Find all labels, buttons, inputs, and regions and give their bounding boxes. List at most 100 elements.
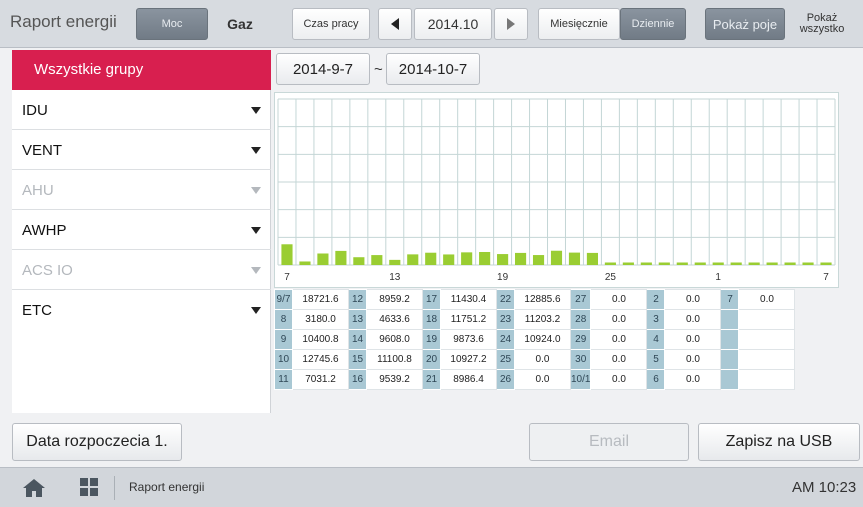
start-date-button[interactable]: 2014-9-7 <box>276 53 370 85</box>
mode-monthly-button[interactable]: Miesięcznie <box>538 8 620 40</box>
table-value-cell: 8986.4 <box>440 369 497 390</box>
show-all-button[interactable]: Pokaż wszystko <box>787 8 857 40</box>
prev-period-button[interactable] <box>378 8 412 40</box>
tab-runtime[interactable]: Czas pracy <box>292 8 370 40</box>
chevron-down-icon <box>251 227 261 234</box>
table-value-cell: 10927.2 <box>440 349 497 370</box>
show-energy-button[interactable]: Pokaż poje <box>705 8 785 40</box>
next-period-button[interactable] <box>494 8 528 40</box>
table-day-cell: 19 <box>422 329 441 350</box>
table-day-cell: 9/7 <box>274 289 293 310</box>
table-value-cell: 0.0 <box>590 349 648 370</box>
table-value-cell <box>738 329 796 350</box>
sidebar-item-label: IDU <box>22 102 48 119</box>
chart-bar <box>281 244 293 265</box>
sidebar-item-awhp[interactable]: AWHP <box>12 210 271 250</box>
table-day-cell: 17 <box>422 289 441 310</box>
table-value-cell: 0.0 <box>664 329 722 350</box>
table-day-cell: 11 <box>274 369 293 390</box>
chart-bar <box>317 253 329 265</box>
tab-power[interactable]: Moc <box>136 8 208 40</box>
chart-svg: 7 13 19 25 1 7 <box>277 98 836 283</box>
table-value-cell: 0.0 <box>664 309 722 330</box>
table-row: 8 3180.0 13 4633.6 18 11751.2 23 11203.2 28 0.0 3 0… <box>274 309 796 330</box>
chart-bar <box>407 254 419 265</box>
table-day-cell: 12 <box>348 289 367 310</box>
chart-bar <box>425 252 437 265</box>
sidebar-item-label: AHU <box>22 182 54 199</box>
group-sidebar: Wszystkie grupy IDU VENT AHU AWHP ACS IO… <box>12 50 271 413</box>
sidebar-item-vent[interactable]: VENT <box>12 130 271 170</box>
chart-bar <box>640 262 652 265</box>
sidebar-item-all-groups[interactable]: Wszystkie grupy <box>12 50 271 90</box>
table-value-cell: 0.0 <box>590 369 648 390</box>
period-display: 2014.10 <box>414 8 492 40</box>
chart-bar <box>335 250 347 265</box>
table-day-cell: 21 <box>422 369 441 390</box>
table-day-cell: 22 <box>496 289 515 310</box>
table-value-cell <box>738 369 796 390</box>
table-value-cell: 18721.6 <box>292 289 349 310</box>
home-icon[interactable] <box>23 479 45 497</box>
sidebar-item-label: ETC <box>22 302 52 319</box>
end-date-button[interactable]: 2014-10-7 <box>386 53 480 85</box>
table-value-cell: 7031.2 <box>292 369 349 390</box>
chart-bar <box>532 255 545 265</box>
arrow-left-icon <box>391 18 399 30</box>
table-day-cell <box>720 349 740 370</box>
clock: AM 10:23 <box>792 479 857 496</box>
table-day-cell: 26 <box>496 369 515 390</box>
table-day-cell: 24 <box>496 329 515 350</box>
chart-bar <box>658 262 670 265</box>
footer-divider <box>114 476 115 500</box>
table-day-cell <box>720 309 740 330</box>
sidebar-item-etc[interactable]: ETC <box>12 290 271 330</box>
table-value-cell: 9539.2 <box>366 369 423 390</box>
table-day-cell: 5 <box>646 349 666 370</box>
chart-bar <box>443 254 455 265</box>
chart-bar <box>389 259 401 265</box>
mode-daily-button[interactable]: Dziennie <box>620 8 686 40</box>
table-day-cell: 27 <box>569 289 592 310</box>
table-value-cell <box>738 309 796 330</box>
footer-title: Raport energii <box>129 480 205 494</box>
grid-menu-icon[interactable] <box>80 478 98 496</box>
chart-x-tick-label: 7 <box>284 272 290 283</box>
table-row: 9 10400.8 14 9608.0 19 9873.6 24 10924.0 29 0.0 4 0… <box>274 329 796 350</box>
tab-gas[interactable]: Gaz <box>208 8 272 40</box>
table-day-cell <box>720 329 740 350</box>
table-day-cell: 8 <box>274 309 293 330</box>
table-day-cell: 30 <box>569 349 592 370</box>
chevron-down-icon <box>251 267 261 274</box>
chart-bar <box>766 262 778 265</box>
chart-bar <box>712 262 724 265</box>
table-value-cell: 9608.0 <box>366 329 423 350</box>
table-value-cell <box>738 349 796 370</box>
table-day-cell: 15 <box>348 349 367 370</box>
table-value-cell: 0.0 <box>514 369 571 390</box>
table-day-cell: 18 <box>422 309 441 330</box>
show-all-label-2: wszystko <box>799 23 845 35</box>
table-day-cell: 10 <box>274 349 293 370</box>
table-day-cell: 28 <box>569 309 592 330</box>
table-day-cell: 25 <box>496 349 515 370</box>
chart-bar <box>604 262 616 265</box>
table-value-cell: 0.0 <box>664 369 722 390</box>
arrow-right-icon <box>507 18 515 30</box>
chart-bar <box>461 252 473 265</box>
table-day-cell: 16 <box>348 369 367 390</box>
table-day-cell: 2 <box>646 289 666 310</box>
table-value-cell: 0.0 <box>664 289 722 310</box>
table-value-cell: 3180.0 <box>292 309 349 330</box>
chart-x-tick-label: 1 <box>715 272 721 283</box>
chart-bar <box>820 262 832 265</box>
table-value-cell: 11430.4 <box>440 289 497 310</box>
start-date-1-button[interactable]: Data rozpoczecia 1. <box>12 423 182 461</box>
save-usb-button[interactable]: Zapisz na USB <box>698 423 860 461</box>
table-value-cell: 10924.0 <box>514 329 571 350</box>
sidebar-item-idu[interactable]: IDU <box>12 90 271 130</box>
table-value-cell: 0.0 <box>738 289 796 310</box>
chart-bar <box>514 252 527 265</box>
table-value-cell: 8959.2 <box>366 289 423 310</box>
table-day-cell: 7 <box>720 289 740 310</box>
